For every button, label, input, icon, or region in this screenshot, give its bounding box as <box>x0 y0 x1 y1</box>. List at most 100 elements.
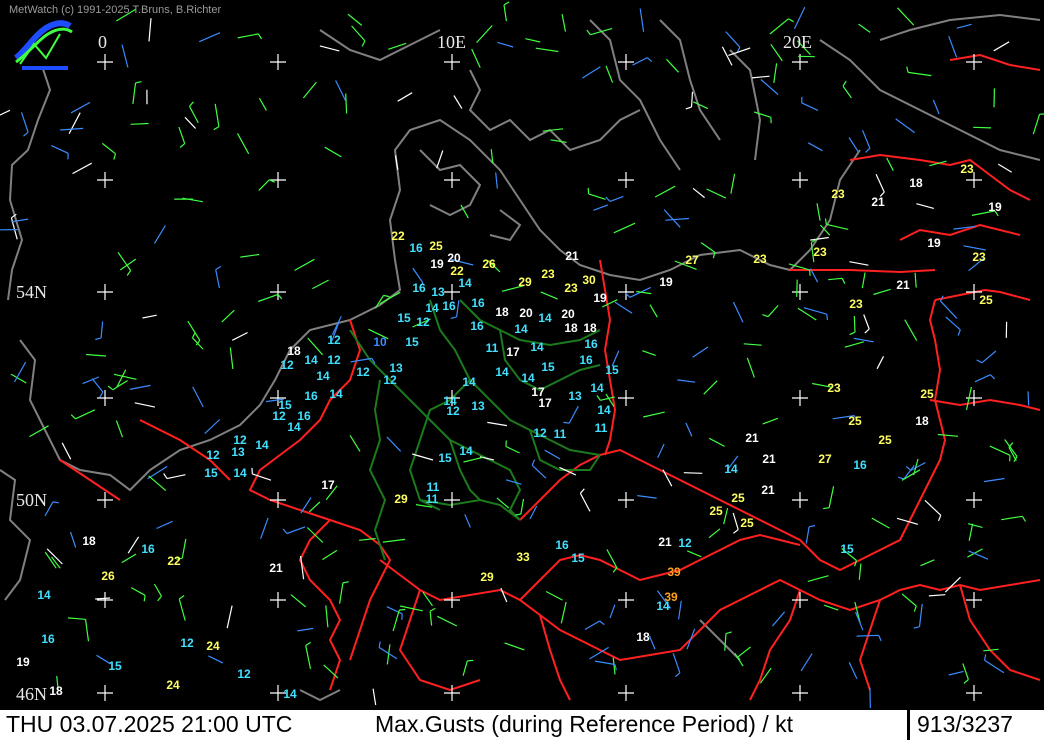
gust-value-label: 14 <box>316 369 330 383</box>
gust-value-label: 11 <box>486 341 499 355</box>
gust-value-label: 18 <box>495 305 509 319</box>
gust-value-label: 19 <box>927 236 941 250</box>
latitude-label-50n: 50N <box>16 490 47 510</box>
gust-value-label: 14 <box>37 588 51 602</box>
wind-barb <box>130 122 149 125</box>
longitude-label-10e: 10E <box>437 32 466 52</box>
gust-value-label: 11 <box>595 421 608 435</box>
gust-value-label: 16 <box>412 281 426 295</box>
gust-value-label: 25 <box>920 387 934 401</box>
gust-value-label: 23 <box>849 297 863 311</box>
gust-value-label: 12 <box>272 409 286 423</box>
gust-value-label: 21 <box>762 452 776 466</box>
gust-value-label: 25 <box>740 516 754 530</box>
gust-value-label: 12 <box>533 426 547 440</box>
gust-value-label: 23 <box>972 250 986 264</box>
gust-value-label: 16 <box>584 337 598 351</box>
gust-value-label: 13 <box>568 389 582 403</box>
gust-value-label: 17 <box>538 396 552 410</box>
gust-value-label: 25 <box>731 491 745 505</box>
gust-value-label: 14 <box>590 381 604 395</box>
gust-value-label: 24 <box>166 678 180 692</box>
gust-value-label: 20 <box>561 307 575 321</box>
gust-value-label: 14 <box>255 438 269 452</box>
wind-barb <box>683 472 703 474</box>
gust-value-label: 16 <box>470 319 484 333</box>
gust-value-label: 14 <box>724 462 738 476</box>
gust-value-label: 14 <box>462 375 476 389</box>
gust-value-label: 17 <box>321 478 335 492</box>
gust-value-label: 18 <box>564 321 578 335</box>
gust-value-label: 18 <box>909 176 923 190</box>
gust-value-label: 23 <box>541 267 555 281</box>
gust-value-label: 19 <box>593 291 607 305</box>
status-datetime: THU 03.07.2025 21:00 UTC <box>6 711 293 737</box>
gust-value-label: 39 <box>667 565 681 579</box>
gust-value-label: 18 <box>49 684 63 698</box>
gust-value-label: 21 <box>269 561 283 575</box>
gust-value-label: 22 <box>167 554 181 568</box>
gust-value-label: 16 <box>853 458 867 472</box>
latitude-label-54n: 54N <box>16 282 47 302</box>
gust-value-label: 16 <box>471 296 485 310</box>
gust-value-label: 11 <box>426 492 439 506</box>
gust-value-label: 24 <box>206 639 220 653</box>
gust-value-label: 15 <box>571 551 585 565</box>
status-parameter: Max.Gusts (during Reference Period) / kt <box>375 711 793 737</box>
wind-barb <box>973 126 992 129</box>
gust-value-label: 25 <box>848 414 862 428</box>
wind-barb <box>869 687 871 708</box>
gust-value-label: 15 <box>405 335 419 349</box>
app-credit: MetWatch (c) 1991-2025 T.Bruns, B.Richte… <box>9 4 222 16</box>
longitude-label-0: 0 <box>98 32 107 52</box>
gust-value-label: 14 <box>597 403 611 417</box>
gust-value-label: 14 <box>458 276 472 290</box>
gust-value-label: 12 <box>678 536 692 550</box>
wind-barb <box>1027 391 1030 406</box>
gust-value-label: 17 <box>506 345 520 359</box>
gust-value-label: 19 <box>659 275 673 289</box>
gust-value-label: 16 <box>442 299 456 313</box>
gust-value-label: 15 <box>840 542 854 556</box>
gust-value-label: 12 <box>237 667 251 681</box>
gust-value-label: 11 <box>554 427 567 441</box>
gust-value-label: 16 <box>555 538 569 552</box>
gust-value-label: 27 <box>685 253 699 267</box>
gust-value-label: 14 <box>530 340 544 354</box>
gust-value-label: 30 <box>582 273 596 287</box>
gust-value-label: 12 <box>327 353 341 367</box>
gust-value-label: 23 <box>564 281 578 295</box>
gust-value-label: 18 <box>583 321 597 335</box>
gust-value-label: 16 <box>41 632 55 646</box>
gust-value-label: 33 <box>516 550 530 564</box>
gust-value-label: 21 <box>658 535 672 549</box>
gust-value-label: 18 <box>915 414 929 428</box>
gust-value-label: 14 <box>495 365 509 379</box>
status-separator <box>907 710 910 740</box>
gust-value-label: 14 <box>514 322 528 336</box>
gust-value-label: 14 <box>304 353 318 367</box>
gust-value-label: 13 <box>431 285 445 299</box>
gust-value-label: 25 <box>709 504 723 518</box>
status-station-count: 913/3237 <box>917 711 1013 737</box>
gust-value-label: 12 <box>180 636 194 650</box>
weather-map[interactable]: 22 25 20 16 19 22 26 21 23 30 23 19 27 19 23 23 23 21 18 23… <box>0 0 1044 708</box>
gust-value-label: 23 <box>813 245 827 259</box>
latitude-label-46n: 46N <box>16 684 47 704</box>
gust-value-label: 14 <box>538 311 552 325</box>
gust-value-label: 27 <box>818 452 832 466</box>
gust-value-label: 14 <box>521 371 535 385</box>
gust-value-label: 10 <box>373 335 387 349</box>
gust-value-label: 19 <box>988 200 1002 214</box>
gust-value-label: 29 <box>394 492 408 506</box>
status-bar: THU 03.07.2025 21:00 UTC Max.Gusts (duri… <box>0 708 1044 740</box>
gust-value-label: 23 <box>831 187 845 201</box>
gust-value-label: 12 <box>356 365 370 379</box>
gust-value-label: 26 <box>101 569 115 583</box>
gust-value-label: 20 <box>447 251 461 265</box>
gust-value-label: 13 <box>471 399 485 413</box>
gust-value-label: 12 <box>206 448 220 462</box>
gust-value-label: 21 <box>896 278 910 292</box>
gust-value-label: 25 <box>429 239 443 253</box>
gust-value-label: 21 <box>761 483 775 497</box>
